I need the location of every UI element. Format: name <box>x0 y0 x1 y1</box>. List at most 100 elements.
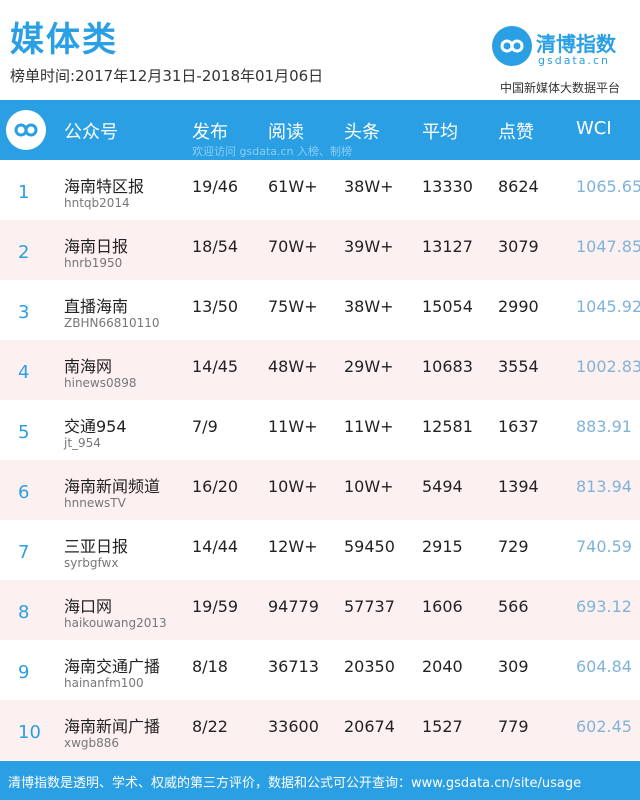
account-name[interactable]: 三亚日报 <box>64 533 128 557</box>
publish-count: 14/45 <box>192 357 239 376</box>
account-id: ZBHN66810110 <box>64 316 160 330</box>
read-count: 70W+ <box>268 237 318 256</box>
footer-bar: 清博指数是透明、学术、权威的第三方评价，数据和公式可公开查询：www.gsdat… <box>0 761 640 800</box>
rank-number: 5 <box>18 422 30 443</box>
page-title: 媒体类 <box>10 20 118 60</box>
table-row[interactable]: 8 海口网 haikouwang2013 19/59 94779 57737 1… <box>0 580 640 640</box>
account-name[interactable]: 海南交通广播 <box>64 653 160 677</box>
account-id: hntqb2014 <box>64 196 130 210</box>
average-read: 12581 <box>422 417 473 436</box>
average-read: 1606 <box>422 597 463 616</box>
column-header-wci[interactable]: WCI <box>576 118 612 139</box>
brand-name: 清博指数 <box>536 32 616 56</box>
wci-score: 693.12 <box>576 597 632 616</box>
average-read: 10683 <box>422 357 473 376</box>
account-id: jt_954 <box>64 436 101 450</box>
rank-number: 7 <box>18 542 30 563</box>
publish-count: 13/50 <box>192 297 239 316</box>
wci-score: 604.84 <box>576 657 632 676</box>
account-id: syrbgfwx <box>64 556 119 570</box>
account-id: haikouwang2013 <box>64 616 167 630</box>
brand-tagline: 中国新媒体大数据平台 <box>500 81 621 95</box>
account-name[interactable]: 交通954 <box>64 413 127 437</box>
table-row[interactable]: 6 海南新闻频道 hnnewsTV 16/20 10W+ 10W+ 5494 1… <box>0 460 640 520</box>
average-read: 2040 <box>422 657 463 676</box>
read-count: 12W+ <box>268 537 318 556</box>
headline-count: 29W+ <box>344 357 394 376</box>
infinity-logo-icon <box>6 110 46 150</box>
table-row[interactable]: 5 交通954 jt_954 7/9 11W+ 11W+ 12581 1637 … <box>0 400 640 460</box>
date-range: 榜单时间:2017年12月31日-2018年01月06日 <box>10 67 324 85</box>
publish-count: 18/54 <box>192 237 239 256</box>
column-header-account[interactable]: 公众号 <box>64 118 118 144</box>
headline-count: 57737 <box>344 597 395 616</box>
likes-count: 8624 <box>498 177 539 196</box>
column-header-read[interactable]: 阅读 <box>268 118 304 144</box>
likes-count: 3079 <box>498 237 539 256</box>
headline-count: 20350 <box>344 657 395 676</box>
read-count: 11W+ <box>268 417 318 436</box>
average-read: 1527 <box>422 717 463 736</box>
account-name[interactable]: 海南新闻频道 <box>64 473 160 497</box>
headline-count: 20674 <box>344 717 395 736</box>
table-row[interactable]: 1 海南特区报 hntqb2014 19/46 61W+ 38W+ 13330 … <box>0 160 640 220</box>
publish-count: 8/22 <box>192 717 228 736</box>
rank-number: 2 <box>18 242 30 263</box>
account-id: hainanfm100 <box>64 676 144 690</box>
likes-count: 566 <box>498 597 529 616</box>
ranking-table-body: 1 海南特区报 hntqb2014 19/46 61W+ 38W+ 13330 … <box>0 160 640 760</box>
table-row[interactable]: 3 直播海南 ZBHN66810110 13/50 75W+ 38W+ 1505… <box>0 280 640 340</box>
account-name[interactable]: 直播海南 <box>64 293 128 317</box>
rank-number: 1 <box>18 182 30 203</box>
table-row[interactable]: 4 南海网 hinews0898 14/45 48W+ 29W+ 10683 3… <box>0 340 640 400</box>
account-name[interactable]: 海南日报 <box>64 233 128 257</box>
account-id: xwgb886 <box>64 736 120 750</box>
read-count: 61W+ <box>268 177 318 196</box>
rank-number: 6 <box>18 482 30 503</box>
publish-count: 19/46 <box>192 177 239 196</box>
headline-count: 59450 <box>344 537 395 556</box>
publish-count: 7/9 <box>192 417 218 436</box>
likes-count: 1394 <box>498 477 539 496</box>
column-header-headline[interactable]: 头条 <box>344 118 380 144</box>
average-read: 2915 <box>422 537 463 556</box>
table-row[interactable]: 7 三亚日报 syrbgfwx 14/44 12W+ 59450 2915 72… <box>0 520 640 580</box>
average-read: 13127 <box>422 237 473 256</box>
average-read: 13330 <box>422 177 473 196</box>
account-id: hinews0898 <box>64 376 137 390</box>
account-name[interactable]: 海南新闻广播 <box>64 713 160 737</box>
column-header-average[interactable]: 平均 <box>422 118 458 144</box>
read-count: 48W+ <box>268 357 318 376</box>
brand-block[interactable]: 清博指数 gsdata.cn <box>492 26 634 72</box>
column-header-publish[interactable]: 发布 <box>192 118 228 144</box>
wci-score: 602.45 <box>576 717 632 736</box>
column-header-likes[interactable]: 点赞 <box>498 118 534 144</box>
table-row[interactable]: 9 海南交通广播 hainanfm100 8/18 36713 20350 20… <box>0 640 640 700</box>
likes-count: 3554 <box>498 357 539 376</box>
account-id: hnrb1950 <box>64 256 123 270</box>
wci-score: 883.91 <box>576 417 632 436</box>
wci-score: 1002.83 <box>576 357 640 376</box>
read-count: 33600 <box>268 717 319 736</box>
rank-number: 9 <box>18 662 30 683</box>
likes-count: 729 <box>498 537 529 556</box>
footer-text[interactable]: 清博指数是透明、学术、权威的第三方评价，数据和公式可公开查询：www.gsdat… <box>8 772 581 791</box>
headline-count: 39W+ <box>344 237 394 256</box>
wci-score: 1045.92 <box>576 297 640 316</box>
wci-score: 740.59 <box>576 537 632 556</box>
rank-number: 3 <box>18 302 30 323</box>
watermark-text: 欢迎访问 gsdata.cn 入榜、制榜 <box>192 145 352 158</box>
rank-number: 4 <box>18 362 30 383</box>
account-name[interactable]: 海南特区报 <box>64 173 144 197</box>
publish-count: 8/18 <box>192 657 228 676</box>
table-row[interactable]: 2 海南日报 hnrb1950 18/54 70W+ 39W+ 13127 30… <box>0 220 640 280</box>
account-name[interactable]: 海口网 <box>64 593 112 617</box>
read-count: 36713 <box>268 657 319 676</box>
brand-logo-icon <box>492 26 532 66</box>
account-name[interactable]: 南海网 <box>64 353 112 377</box>
headline-count: 11W+ <box>344 417 394 436</box>
read-count: 10W+ <box>268 477 318 496</box>
table-row[interactable]: 10 海南新闻广播 xwgb886 8/22 33600 20674 1527 … <box>0 700 640 760</box>
account-id: hnnewsTV <box>64 496 126 510</box>
wci-score: 1065.65 <box>576 177 640 196</box>
